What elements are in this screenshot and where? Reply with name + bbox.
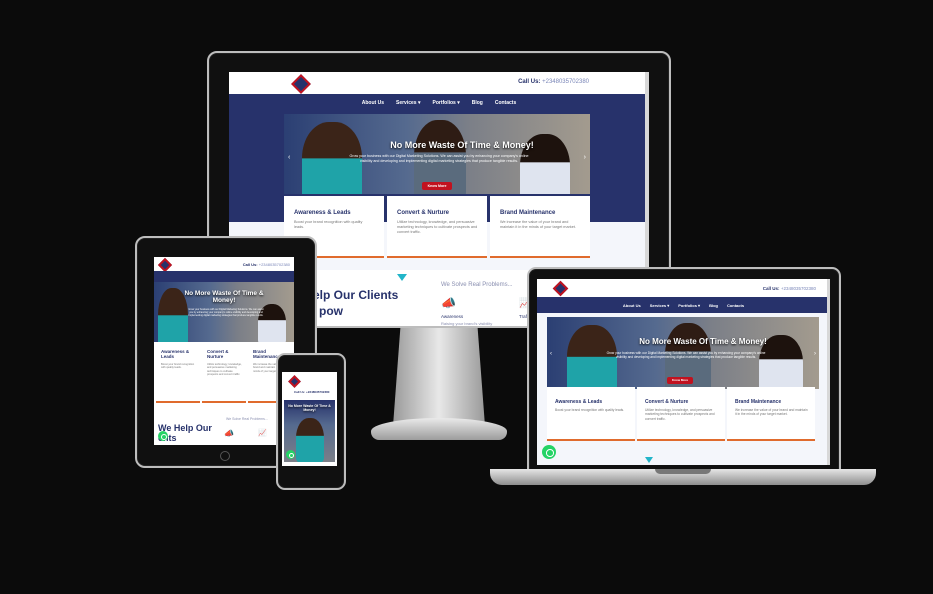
awareness-text: Raising your brand's visibility xyxy=(441,321,493,326)
nav-contacts[interactable]: Contacts xyxy=(495,100,516,106)
logo-icon[interactable] xyxy=(291,74,311,94)
nav-portfolios[interactable]: Portfolios ▾ xyxy=(432,100,459,106)
nav-blog[interactable]: Blog xyxy=(472,100,483,106)
hero-title: No More Waste Of Time & Money! xyxy=(288,404,331,412)
laptop-hero: No More Waste Of Time & Money! Grow your… xyxy=(547,317,819,389)
call-us-label: Call Us: xyxy=(518,79,541,85)
card-text: Utilize technology, knowledge, and persu… xyxy=(207,363,242,377)
help-title: elp Our Clients xyxy=(313,288,399,302)
hero-person-1 xyxy=(296,418,324,462)
laptop-card-awareness[interactable]: Awareness & Leads Boost your brand recog… xyxy=(547,387,635,441)
hero-text: Grow your business with our Digital Mark… xyxy=(188,308,264,317)
hero-next-arrow[interactable]: › xyxy=(584,154,586,161)
desktop-nav: About Us Services ▾ Portfolios ▾ Blog Co… xyxy=(229,94,649,112)
card-title: Awareness & Leads xyxy=(294,210,351,216)
card-title: Brand Maintenance xyxy=(735,399,782,405)
logo-icon[interactable] xyxy=(552,280,569,297)
card-title: Convert & Nurture xyxy=(397,210,450,216)
chart-icon: 📈 xyxy=(258,430,267,437)
tablet-hero: No More Waste Of Time & Money! Grow your… xyxy=(154,282,294,342)
hero-prev-arrow[interactable]: ‹ xyxy=(288,154,290,161)
nav-contacts[interactable]: Contacts xyxy=(727,303,744,308)
laptop-card-convert[interactable]: Convert & Nurture Utilize technology, kn… xyxy=(637,387,725,441)
nav-about[interactable]: About Us xyxy=(362,100,384,106)
desktop-header: Call Us: +2348035702380 xyxy=(229,72,649,94)
awareness-label: Awareness xyxy=(441,314,464,319)
nav-services[interactable]: Services ▾ xyxy=(396,100,420,106)
nav-portfolios[interactable]: Portfolios ▾ xyxy=(678,303,700,308)
card-text: Utilize technology, knowledge, and persu… xyxy=(645,408,715,421)
laptop-card-brand[interactable]: Brand Maintenance We increase the value … xyxy=(727,387,815,441)
paper-plane-icon xyxy=(397,274,407,281)
card-text: Boost your brand recognition with qualit… xyxy=(161,363,195,370)
call-us-phone[interactable]: +2348035702380 xyxy=(781,286,816,291)
call-us[interactable]: Call Us: +2348035702380 xyxy=(243,262,290,267)
whatsapp-icon[interactable] xyxy=(158,431,168,441)
desktop-hero: No More Waste Of Time & Money! Grow your… xyxy=(284,114,590,194)
solve-heading: We Solve Real Problems... xyxy=(441,282,513,288)
tablet-home-button[interactable] xyxy=(220,451,230,461)
card-text: Boost your brand recognition with qualit… xyxy=(555,408,625,412)
nav-blog[interactable]: Blog xyxy=(709,303,718,308)
call-us[interactable]: Call Us: +2348035702380 xyxy=(763,286,816,291)
tablet-nav xyxy=(154,271,294,282)
laptop-notch xyxy=(655,469,711,474)
paper-plane-icon xyxy=(645,457,653,463)
laptop-screen: Call Us: +2348035702380 About Us Service… xyxy=(537,279,830,465)
whatsapp-icon[interactable] xyxy=(286,450,295,459)
card-title: Brand Maintenance xyxy=(500,210,556,216)
card-text: We increase the value of your brand and … xyxy=(735,408,808,417)
hero-text: Grow your business with our Digital Mark… xyxy=(606,351,766,359)
card-title: Awareness & Leads xyxy=(555,399,603,405)
tablet-screen: Call Us: +2348035702380 No More Waste Of… xyxy=(154,257,294,445)
hero-text: Grow your business with our Digital Mark… xyxy=(349,154,529,163)
hero-next-arrow[interactable]: › xyxy=(814,351,816,357)
call-us[interactable]: Call Us: +2348035702380 xyxy=(518,79,589,85)
card-title: Convert & Nurture xyxy=(645,399,689,405)
card-text: We increase the value of your brand and … xyxy=(500,220,576,229)
call-us-label: Call Us: xyxy=(242,262,258,267)
megaphone-icon: 📣 xyxy=(224,429,234,438)
tablet-card-awareness[interactable]: Awareness & Leads Boost your brand recog… xyxy=(156,343,200,403)
laptop-nav: About Us Services ▾ Portfolios ▾ Blog Co… xyxy=(537,297,830,313)
desktop-card-convert[interactable]: Convert & Nurture Utilize technology, kn… xyxy=(387,196,487,258)
scrollbar[interactable] xyxy=(827,279,830,465)
card-title: Awareness & Leads xyxy=(161,349,190,359)
card-text: Utilize technology, knowledge, and persu… xyxy=(397,220,478,234)
logo-icon[interactable] xyxy=(157,257,173,273)
hero-prev-arrow[interactable]: ‹ xyxy=(550,351,552,357)
logo-icon[interactable] xyxy=(288,375,301,388)
hero-title: No More Waste Of Time & Money! xyxy=(639,337,767,346)
nav-about[interactable]: About Us xyxy=(623,303,641,308)
tablet-header: Call Us: +2348035702380 xyxy=(154,257,294,273)
scrollbar[interactable] xyxy=(645,72,649,270)
tablet-solve: We Solve Real Problems... xyxy=(226,417,268,421)
card-text: Boost your brand recognition with qualit… xyxy=(294,220,363,229)
monitor-stand-neck xyxy=(393,328,485,426)
call-us-label: Call Us: xyxy=(762,286,780,291)
megaphone-icon: 📣 xyxy=(441,296,456,310)
hero-title: No More Waste Of Time & Money! xyxy=(184,290,264,304)
hero-button[interactable]: Know More xyxy=(422,182,452,190)
tablet-card-convert[interactable]: Convert & Nurture Utilize technology, kn… xyxy=(202,343,246,403)
laptop-header: Call Us: +2348035702380 xyxy=(537,279,830,297)
call-us-phone[interactable]: +2348035702380 xyxy=(542,79,589,85)
call-us-phone[interactable]: +2348035702380 xyxy=(259,262,290,267)
traffic-label: Traf xyxy=(519,314,527,319)
card-title: Convert & Nurture xyxy=(207,349,229,359)
phone-call-us[interactable]: Call Us: +2348035702380 xyxy=(294,390,329,394)
hero-title: No More Waste Of Time & Money! xyxy=(390,140,534,150)
phone-screen: Call Us: +2348035702380 No More Waste Of… xyxy=(282,372,337,466)
monitor-stand-base xyxy=(371,418,507,440)
help-title-2: pow xyxy=(319,304,343,318)
hero-button[interactable]: Know More xyxy=(667,377,693,384)
desktop-card-brand[interactable]: Brand Maintenance We increase the value … xyxy=(490,196,590,258)
whatsapp-icon[interactable] xyxy=(542,445,556,459)
nav-services[interactable]: Services ▾ xyxy=(650,303,670,308)
